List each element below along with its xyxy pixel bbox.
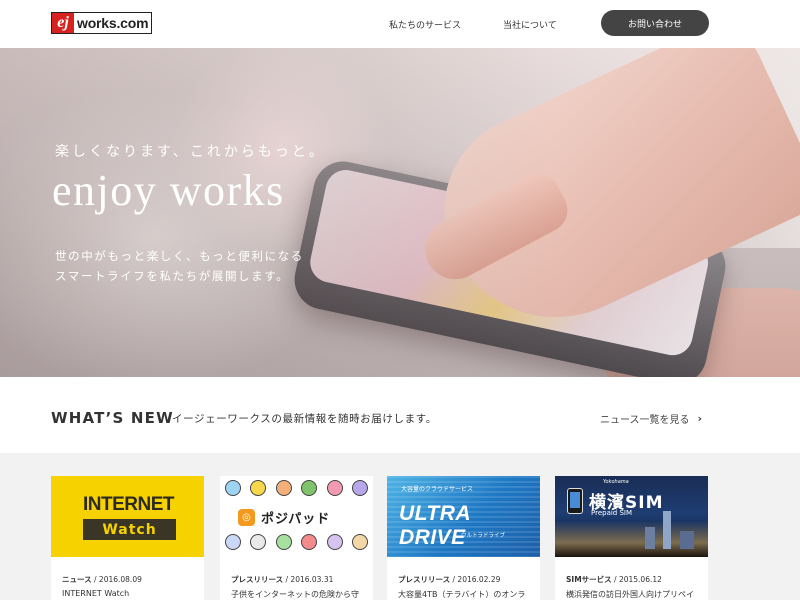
ultra-drive-logo: ULTRA DRIVE (399, 502, 471, 549)
whats-new-title: WHAT’S NEW (51, 409, 174, 427)
whats-new-subtitle: イージェーワークスの最新情報を随時お届けします。 (172, 413, 437, 425)
posipad-thumbnail: ◎ ポジパッド (220, 476, 373, 557)
posipad-logo: ◎ ポジパッド (238, 508, 330, 527)
hero-description-line1: 世の中がもっと楽しく、もっと便利になる (55, 249, 304, 263)
card-text: 子供をインターネットの危険から守 (231, 590, 359, 599)
card-text: INTERNET Watch (62, 589, 130, 598)
character-icon (224, 534, 241, 550)
card-date: 2016.08.09 (98, 575, 142, 584)
character-icon (250, 534, 267, 550)
news-list-label: ニュース一覧を見る (600, 415, 690, 426)
site-header: ej works.com 私たちのサービス 当社について お問い合わせ (0, 0, 800, 48)
news-card[interactable]: Yokohama 横濱SIM Prepaid SIM SIMサービス / 201… (555, 476, 708, 600)
internet-watch-logo-top: INTERNET (83, 494, 175, 515)
card-category: SIMサービス (566, 575, 612, 584)
card-text: 大容量4TB（テラバイト）のオンラ (398, 590, 526, 599)
character-icon (275, 534, 292, 550)
character-icon (224, 480, 241, 496)
logo-mark: ej (52, 13, 74, 33)
ultra-drive-kana: ウルトラドライブ (461, 533, 506, 539)
card-text: 横浜発信の訪日外国人向けプリペイ (566, 590, 694, 599)
character-row (220, 480, 373, 496)
card-meta: ニュース / 2016.08.09 (62, 575, 142, 584)
contact-button[interactable]: お問い合わせ (601, 10, 709, 36)
hero-banner: 楽しくなります、これからもっと。 enjoy works 世の中がもっと楽しく、… (0, 48, 800, 377)
ultra-drive-thumbnail: 大容量のクラウドサービス ULTRA DRIVE ウルトラドライブ (387, 476, 540, 557)
internet-watch-logo-bottom: Watch (83, 519, 176, 540)
card-category: プレスリリース (231, 575, 284, 584)
nav-about-link[interactable]: 当社について (503, 18, 557, 31)
hero-tagline: 楽しくなります、これからもっと。 (55, 144, 326, 160)
news-card[interactable]: INTERNET Watch ニュース / 2016.08.09 INTERNE… (51, 476, 204, 600)
character-icon (301, 480, 318, 496)
card-category: ニュース (62, 575, 92, 584)
landmark-tower (663, 511, 671, 549)
card-category: プレスリリース (398, 575, 451, 584)
character-icon (250, 480, 267, 496)
card-meta: プレスリリース / 2016.03.31 (231, 575, 334, 584)
building (680, 531, 694, 549)
site-logo[interactable]: ej works.com (51, 12, 153, 34)
posipad-app-icon: ◎ (238, 509, 255, 526)
nav-services-link[interactable]: 私たちのサービス (389, 18, 461, 31)
card-date: 2016.02.29 (457, 575, 501, 584)
character-icon (326, 480, 343, 496)
hero-title: enjoy works (52, 166, 285, 215)
news-list-link[interactable]: ニュース一覧を見る › (600, 411, 702, 426)
news-card[interactable]: 大容量のクラウドサービス ULTRA DRIVE ウルトラドライブ プレスリリー… (387, 476, 540, 600)
yokohama-label: Yokohama (603, 479, 629, 485)
card-date: 2016.03.31 (290, 575, 334, 584)
yokohama-sim-thumbnail: Yokohama 横濱SIM Prepaid SIM (555, 476, 708, 557)
character-icon (301, 534, 318, 550)
card-meta: プレスリリース / 2016.02.29 (398, 575, 501, 584)
character-icon (352, 534, 369, 550)
prepaid-sim-label: Prepaid SIM (591, 509, 633, 517)
character-icon (326, 534, 343, 550)
posipad-name: ポジパッド (261, 512, 331, 527)
whats-new-section: WHAT’S NEW イージェーワークスの最新情報を随時お届けします。 ニュース… (0, 377, 800, 453)
character-icon (275, 480, 292, 496)
card-meta: SIMサービス / 2015.06.12 (566, 575, 662, 584)
logo-text: works.com (77, 15, 149, 31)
hero-description-line2: スマートライフを私たちが展開します。 (55, 269, 290, 283)
character-icon (352, 480, 369, 496)
character-row (220, 534, 373, 550)
news-card[interactable]: ◎ ポジパッド プレスリリース / 2016.03.31 子供をインターネットの… (220, 476, 373, 600)
chevron-right-icon: › (697, 412, 703, 425)
card-date: 2015.06.12 (618, 575, 662, 584)
ultra-drive-subtitle: 大容量のクラウドサービス (401, 486, 474, 493)
building (645, 527, 655, 549)
smartphone-icon (567, 488, 583, 514)
news-cards-area: INTERNET Watch ニュース / 2016.08.09 INTERNE… (0, 453, 800, 600)
internet-watch-thumbnail: INTERNET Watch (51, 476, 204, 557)
